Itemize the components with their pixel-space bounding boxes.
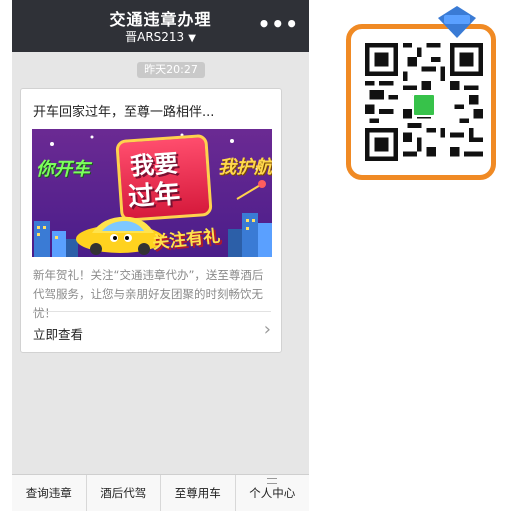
banner-right-text: 我护航 (218, 157, 272, 178)
article-banner-image[interactable]: 我要 过年 你开车 我护航 关注有礼 (32, 129, 272, 257)
bottom-menu-bar: 查询违章 酒后代驾 至尊用车 个人中心 (12, 474, 309, 511)
chevron-right-icon[interactable]: › (264, 319, 271, 340)
message-timestamp: 昨天20:27 (137, 62, 205, 78)
banner-sign-text-2: 过年 (127, 179, 182, 213)
city-buildings-left (34, 221, 78, 257)
submenu-icon (267, 478, 278, 484)
menu-item-drunk-driver[interactable]: 酒后代驾 (85, 475, 161, 511)
read-more-link[interactable]: 立即查看 (33, 324, 83, 343)
brand-badge-icon (438, 6, 476, 38)
qr-center-logo-icon (412, 93, 436, 117)
menu-item-personal-center-label: 个人中心 (249, 486, 296, 500)
more-dots-icon[interactable]: ••• (258, 14, 299, 34)
article-title: 开车回家过年，至尊一路相伴... (33, 105, 215, 120)
account-name: 晋ARS213 (125, 30, 185, 44)
card-divider (33, 311, 271, 312)
menu-item-query-violation[interactable]: 查询违章 (12, 475, 86, 511)
wechat-phone-screen: 交通违章办理 晋ARS213 ▼ ••• 昨天20:27 开车回家过年，至尊一路相… (12, 0, 309, 511)
article-card[interactable]: 开车回家过年，至尊一路相伴... 我要 过年 你开车 我护航 关注有礼 新年贺礼… (20, 88, 282, 353)
chevron-down-icon: ▼ (188, 33, 196, 44)
city-buildings-right (228, 213, 272, 257)
menu-item-premium-car[interactable]: 至尊用车 (160, 475, 235, 511)
banner-left-text: 你开车 (36, 159, 90, 180)
article-description: 新年贺礼！关注“交通违章代办”，送至尊酒后代驾服务，让您与亲朋好友团聚的时刻畅饮… (33, 268, 264, 320)
top-navigation-bar: 交通违章办理 晋ARS213 ▼ ••• (12, 0, 309, 52)
menu-item-personal-center[interactable]: 个人中心 (234, 475, 310, 511)
